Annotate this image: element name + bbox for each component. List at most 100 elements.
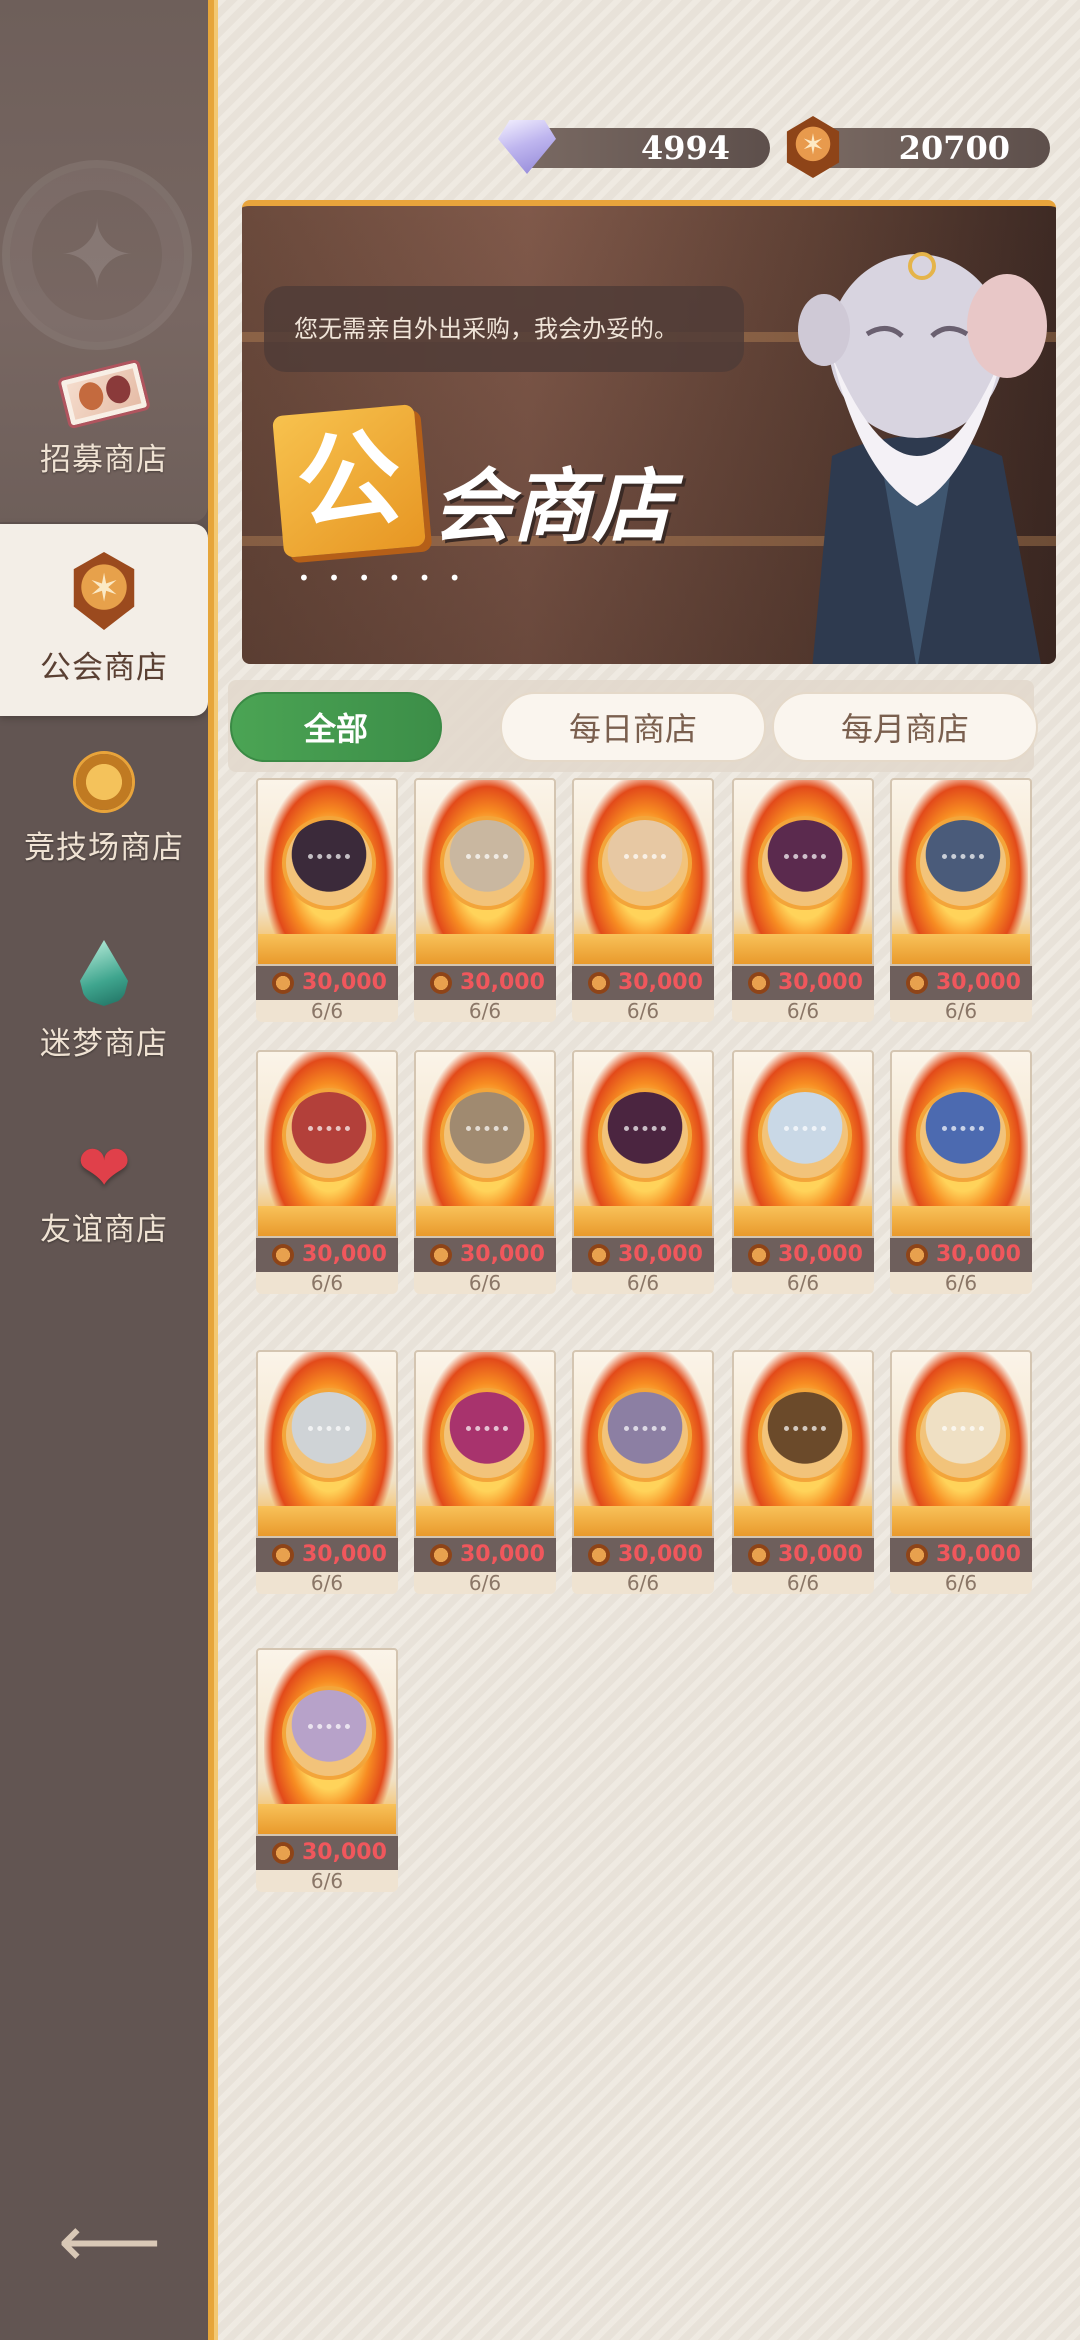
shop-title: 会商店 [432,460,672,553]
shop-tabs: 全部 每日商店 每月商店 [228,680,1038,772]
diamond-counter: 4994 [520,128,770,168]
item-art [890,1350,1032,1538]
hero-portrait-icon [598,1088,692,1182]
shop-item-card[interactable]: 30,000 6/6 [572,1050,714,1294]
shop-item-card[interactable]: 30,000 6/6 [256,778,398,1022]
item-price: 30,000 [256,1836,398,1870]
item-ribbon [258,934,396,964]
item-stock: 6/6 [414,1000,556,1022]
item-ribbon [574,1506,712,1536]
item-stock: 6/6 [732,1000,874,1022]
item-ribbon [734,934,872,964]
shop-item-card[interactable]: 30,000 6/6 [414,1350,556,1594]
tab-all[interactable]: 全部 [230,692,442,762]
shop-item-card[interactable]: 30,000 6/6 [732,778,874,1022]
item-art [732,778,874,966]
shop-item-card[interactable]: 30,000 6/6 [414,778,556,1022]
item-art [414,778,556,966]
shop-item-card[interactable]: 30,000 6/6 [414,1050,556,1294]
item-price: 30,000 [572,1538,714,1572]
item-price: 30,000 [256,1538,398,1572]
shop-item-card[interactable]: 30,000 6/6 [890,1350,1032,1594]
shop-item-card[interactable]: 30,000 6/6 [890,778,1032,1022]
item-ribbon [892,934,1030,964]
item-art [890,1050,1032,1238]
item-ribbon [734,1206,872,1236]
banner-dots: • • • • • • [298,566,467,590]
item-ribbon [734,1506,872,1536]
item-art [572,1350,714,1538]
shop-sidebar: 招募商店 ✶ 公会商店 竞技场商店 迷梦商店 ❤ 友谊商店 ⟵ [0,0,208,2340]
guild-emblem-icon: ✶ [73,552,135,630]
guild-coin-icon [272,1842,294,1864]
shopkeeper-speech-bubble: 您无需亲自外出采购，我会办妥的。 [264,286,744,372]
item-ribbon [574,1206,712,1236]
item-ribbon [416,1206,554,1236]
guild-coin-icon [588,972,610,994]
item-stock: 6/6 [890,1572,1032,1594]
shop-item-card[interactable]: 30,000 6/6 [732,1050,874,1294]
item-art [890,778,1032,966]
item-art [256,1350,398,1538]
item-price: 30,000 [414,1538,556,1572]
item-ribbon [892,1206,1030,1236]
hero-portrait-icon [758,1388,852,1482]
hero-portrait-icon [916,1388,1010,1482]
guild-shop-banner: 您无需亲自外出采购，我会办妥的。 公 会商店 • • • • • • [242,200,1056,664]
back-button[interactable]: ⟵ [58,2205,161,2277]
item-art [572,778,714,966]
item-stock: 6/6 [732,1572,874,1594]
item-price-value: 30,000 [936,1542,1021,1567]
shop-item-card[interactable]: 30,000 6/6 [732,1350,874,1594]
shop-item-card[interactable]: 30,000 6/6 [890,1050,1032,1294]
item-art [256,778,398,966]
item-stock: 6/6 [732,1272,874,1294]
hero-portrait-icon [282,1088,376,1182]
item-stock: 6/6 [256,1272,398,1294]
item-stock: 6/6 [256,1000,398,1022]
sidebar-border [208,0,226,2340]
item-price-value: 30,000 [778,970,863,995]
item-price: 30,000 [256,1238,398,1272]
shop-item-card[interactable]: 30,000 6/6 [256,1648,398,1892]
item-ribbon [574,934,712,964]
shop-item-card[interactable]: 30,000 6/6 [256,1350,398,1594]
guild-coin-icon [430,1544,452,1566]
sidebar-item-dream-shop[interactable]: 迷梦商店 [0,940,208,1063]
item-price-value: 30,000 [618,1242,703,1267]
item-stock: 6/6 [572,1572,714,1594]
shop-item-card[interactable]: 30,000 6/6 [256,1050,398,1294]
guild-coin-icon [748,1544,770,1566]
shop-item-card[interactable]: 30,000 6/6 [572,778,714,1022]
sidebar-item-label: 竞技场商店 [24,830,184,866]
arena-medal-icon [76,754,132,810]
item-price: 30,000 [732,1538,874,1572]
item-price: 30,000 [890,1538,1032,1572]
item-price-value: 30,000 [302,1542,387,1567]
item-price-value: 30,000 [302,970,387,995]
sidebar-item-recruit-shop[interactable]: 招募商店 [0,358,208,479]
guild-coin-icon [430,1244,452,1266]
guild-coin-icon [906,1244,928,1266]
tab-daily-shop[interactable]: 每日商店 [500,692,766,762]
item-price: 30,000 [890,1238,1032,1272]
guild-coin-icon [748,972,770,994]
tab-monthly-shop[interactable]: 每月商店 [772,692,1038,762]
sidebar-item-arena-shop[interactable]: 竞技场商店 [0,754,208,867]
compass-emblem-icon [2,160,192,350]
item-ribbon [258,1206,396,1236]
item-stock: 6/6 [890,1000,1032,1022]
hero-portrait-icon [758,1088,852,1182]
sidebar-item-friendship-shop[interactable]: ❤ 友谊商店 [0,1134,208,1249]
guild-coin-icon [906,972,928,994]
item-art [414,1350,556,1538]
shop-item-card[interactable]: 30,000 6/6 [572,1350,714,1594]
sidebar-item-guild-shop[interactable]: ✶ 公会商店 [0,524,208,716]
item-art [414,1050,556,1238]
shopkeeper-mascot-icon [798,252,1047,664]
item-price-value: 30,000 [618,970,703,995]
item-price: 30,000 [732,966,874,1000]
guild-coin-icon: ✶ [786,116,840,178]
item-price: 30,000 [572,1238,714,1272]
guild-coin-value: 20700 [898,129,1010,167]
